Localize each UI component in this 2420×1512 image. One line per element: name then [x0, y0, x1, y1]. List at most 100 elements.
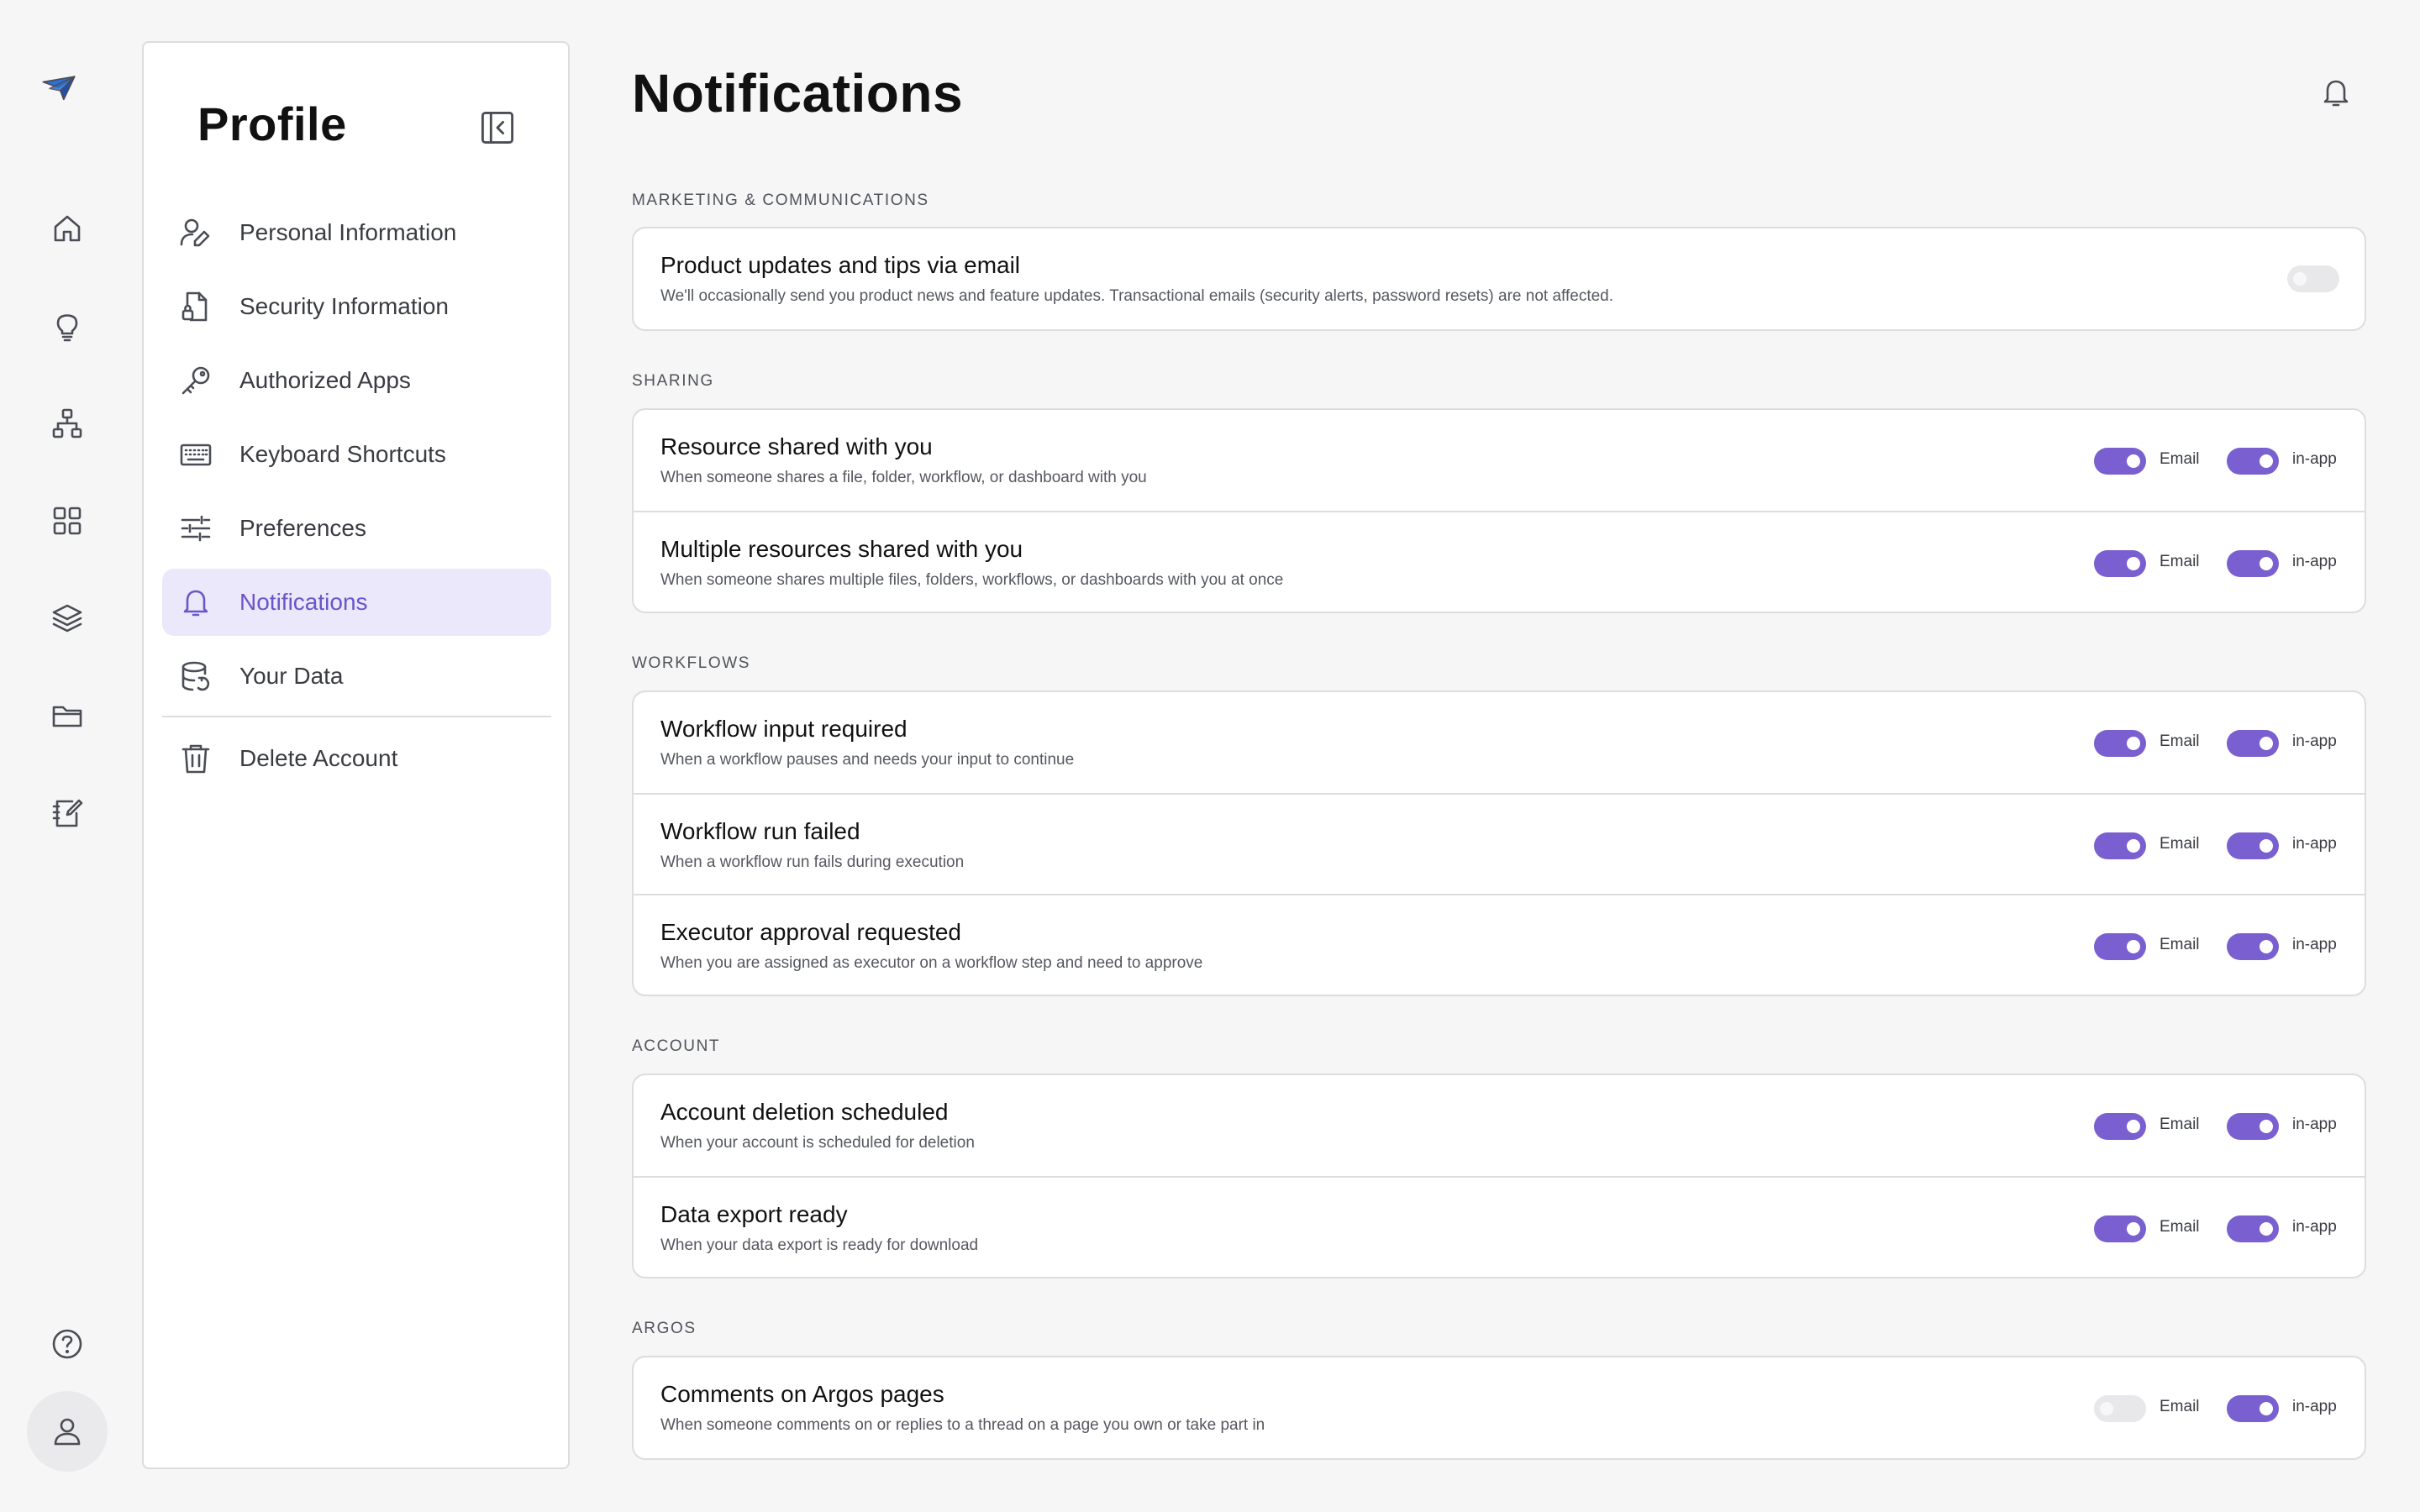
user-edit-icon	[177, 214, 214, 251]
section-label-marketing: MARKETING & COMMUNICATIONS	[632, 192, 929, 209]
email-toggle-label: Email	[2160, 835, 2200, 853]
email-toggle[interactable]	[2094, 832, 2146, 859]
email-toggle[interactable]	[2094, 1113, 2146, 1140]
section-label-argos: ARGOS	[632, 1320, 697, 1337]
inapp-toggle[interactable]	[2227, 550, 2279, 577]
layers-icon[interactable]	[47, 598, 87, 638]
row-description: When someone shares a file, folder, work…	[660, 469, 1147, 486]
inapp-toggle[interactable]	[2227, 1113, 2279, 1140]
nav-item-label: Delete Account	[239, 745, 398, 771]
row-description: When someone comments on or replies to a…	[660, 1416, 1265, 1434]
notification-row: Product updates and tips via email We'll…	[634, 228, 2365, 329]
row-title: Data export ready	[660, 1201, 848, 1227]
email-toggle-label: Email	[2160, 1218, 2200, 1236]
inapp-toggle[interactable]	[2227, 1215, 2279, 1242]
nav-item-keyboard-shortcuts[interactable]: Keyboard Shortcuts	[162, 421, 551, 488]
row-title: Resource shared with you	[660, 433, 933, 459]
nav-item-security-information[interactable]: Security Information	[162, 273, 551, 340]
key-icon	[177, 362, 214, 399]
row-description: When your account is scheduled for delet…	[660, 1134, 975, 1152]
inapp-toggle[interactable]	[2227, 933, 2279, 960]
inapp-toggle[interactable]	[2227, 730, 2279, 757]
inapp-toggle[interactable]	[2227, 448, 2279, 475]
inapp-toggle[interactable]	[2227, 832, 2279, 859]
row-title: Workflow run failed	[660, 818, 860, 844]
notification-row: Data export ready When your data export …	[634, 1176, 2365, 1277]
inapp-toggle-label: in-app	[2292, 553, 2337, 570]
card-account: Account deletion scheduled When your acc…	[632, 1074, 2366, 1278]
email-toggle-label: Email	[2160, 936, 2200, 953]
card-workflows: Workflow input required When a workflow …	[632, 690, 2366, 996]
nav-item-label: Security Information	[239, 293, 449, 319]
email-toggle[interactable]	[2094, 933, 2146, 960]
nav-item-authorized-apps[interactable]: Authorized Apps	[162, 347, 551, 414]
nav-item-label: Notifications	[239, 589, 368, 615]
sitemap-icon[interactable]	[47, 403, 87, 444]
row-title: Multiple resources shared with you	[660, 536, 1023, 562]
nav-item-label: Your Data	[239, 663, 344, 689]
row-title: Workflow input required	[660, 716, 908, 742]
section-label-account: ACCOUNT	[632, 1037, 721, 1055]
notification-row: Workflow run failed When a workflow run …	[634, 793, 2365, 894]
notifications-bell-button[interactable]	[2316, 72, 2356, 113]
nav-item-preferences[interactable]: Preferences	[162, 495, 551, 562]
email-toggle-label: Email	[2160, 1116, 2200, 1133]
inapp-toggle-label: in-app	[2292, 1398, 2337, 1415]
section-label-sharing: SHARING	[632, 372, 714, 390]
nav-item-your-data[interactable]: Your Data	[162, 643, 551, 710]
notification-row: Account deletion scheduled When your acc…	[634, 1075, 2365, 1176]
row-description: When someone shares multiple files, fold…	[660, 571, 1284, 589]
nav-item-label: Personal Information	[239, 219, 457, 245]
grid-icon[interactable]	[47, 501, 87, 541]
email-toggle[interactable]	[2094, 550, 2146, 577]
bell-icon	[2323, 80, 2349, 107]
nav-item-label: Authorized Apps	[239, 367, 411, 393]
app-rail	[0, 0, 134, 1512]
email-toggle-label: Email	[2160, 732, 2200, 750]
nav-item-delete-account[interactable]: Delete Account	[162, 725, 551, 792]
nav-item-label: Keyboard Shortcuts	[239, 441, 446, 467]
panel-title: Profile	[197, 97, 347, 150]
avatar[interactable]	[27, 1391, 108, 1472]
home-icon[interactable]	[47, 208, 87, 249]
database-icon	[177, 658, 214, 695]
row-description: When you are assigned as executor on a w…	[660, 954, 1203, 972]
email-toggle[interactable]	[2094, 1395, 2146, 1422]
help-icon[interactable]	[47, 1324, 87, 1364]
keyboard-icon	[177, 436, 214, 473]
notification-row: Resource shared with you When someone sh…	[634, 410, 2365, 511]
notification-row: Workflow input required When a workflow …	[634, 692, 2365, 793]
inapp-toggle-label: in-app	[2292, 732, 2337, 750]
card-marketing: Product updates and tips via email We'll…	[632, 227, 2366, 331]
avatar-icon	[54, 1418, 81, 1446]
notebook-edit-icon[interactable]	[47, 793, 87, 833]
email-toggle[interactable]	[2094, 448, 2146, 475]
notification-row: Executor approval requested When you are…	[634, 894, 2365, 995]
sliders-icon	[177, 510, 214, 547]
card-argos: Comments on Argos pages When someone com…	[632, 1356, 2366, 1460]
trash-icon	[177, 740, 214, 777]
email-toggle[interactable]	[2287, 265, 2339, 292]
logo-icon[interactable]	[42, 72, 94, 114]
row-description: When a workflow run fails during executi…	[660, 853, 965, 871]
row-description: We'll occasionally send you product news…	[660, 287, 1614, 305]
email-toggle[interactable]	[2094, 1215, 2146, 1242]
row-description: When your data export is ready for downl…	[660, 1236, 979, 1254]
nav-item-notifications[interactable]: Notifications	[162, 569, 551, 636]
inapp-toggle-label: in-app	[2292, 1218, 2337, 1236]
row-title: Account deletion scheduled	[660, 1099, 949, 1125]
nav-item-personal-information[interactable]: Personal Information	[162, 199, 551, 266]
notification-row: Multiple resources shared with you When …	[634, 511, 2365, 612]
lightbulb-icon[interactable]	[47, 306, 87, 346]
bell-icon	[177, 584, 214, 621]
collapse-sidebar-button[interactable]	[476, 107, 518, 149]
row-title: Product updates and tips via email	[660, 252, 1021, 278]
inapp-toggle-label: in-app	[2292, 450, 2337, 468]
email-toggle-label: Email	[2160, 450, 2200, 468]
row-description: When a workflow pauses and needs your in…	[660, 751, 1075, 769]
folder-icon[interactable]	[47, 696, 87, 736]
inapp-toggle-label: in-app	[2292, 1116, 2337, 1133]
email-toggle[interactable]	[2094, 730, 2146, 757]
collapse-panel-icon	[481, 111, 514, 144]
inapp-toggle[interactable]	[2227, 1395, 2279, 1422]
